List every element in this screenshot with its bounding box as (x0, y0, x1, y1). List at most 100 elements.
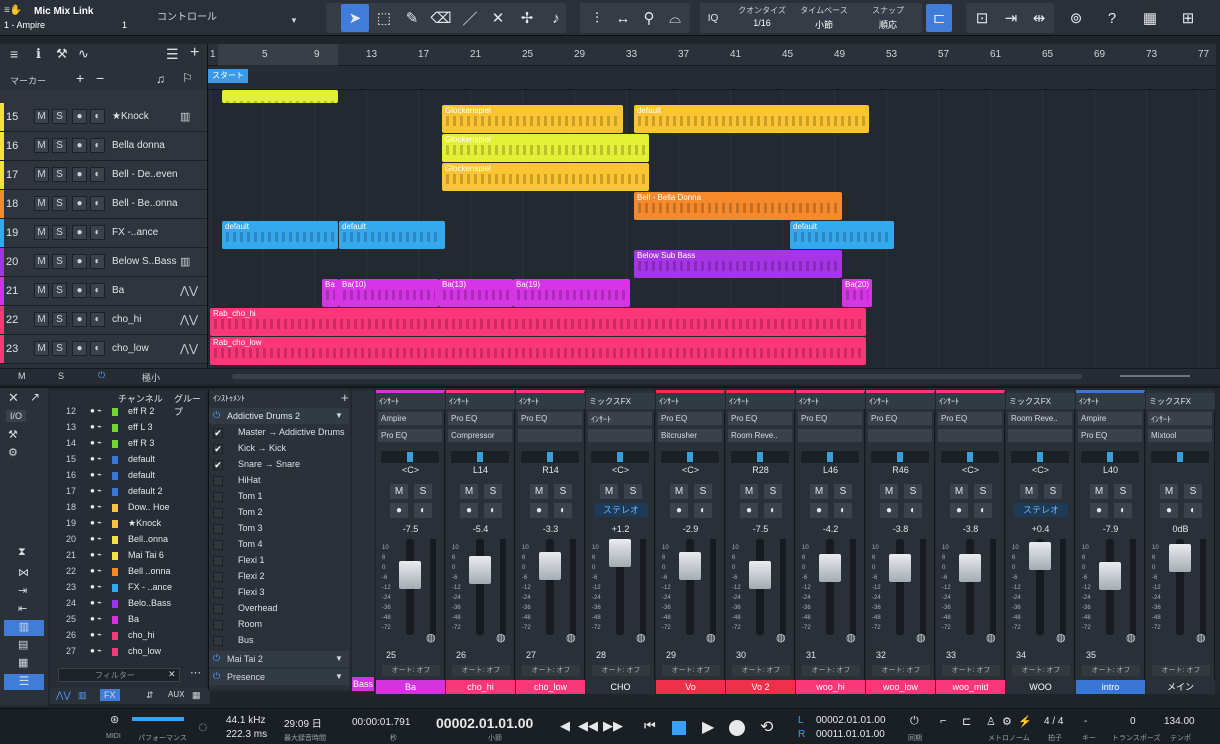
volume-value[interactable]: 0dB (1146, 524, 1215, 534)
info-icon[interactable]: ℹ (36, 46, 41, 62)
power-icon[interactable]: ⏻ (213, 671, 220, 682)
mute-button[interactable]: M (34, 196, 49, 211)
mute-button[interactable]: M (34, 341, 49, 356)
send-knob-icon[interactable]: ◍ (776, 631, 786, 644)
wrench-icon[interactable]: ⚒ (56, 46, 68, 62)
visibility-icon[interactable]: ● ⌁ (90, 534, 102, 543)
automation-mode[interactable]: オート: オフ (592, 665, 650, 676)
automation-icon[interactable]: ∿ (78, 46, 89, 62)
channel-label[interactable]: intro (1076, 680, 1145, 694)
send-knob-icon[interactable]: ◍ (916, 631, 926, 644)
monitor-icon[interactable]: ◐ (834, 503, 852, 518)
instrument-output[interactable]: Tom 1 (209, 489, 351, 505)
fader-cap[interactable] (1029, 542, 1051, 570)
fader-cap[interactable] (609, 539, 631, 567)
fader-cap[interactable] (1099, 562, 1121, 590)
mute-button[interactable]: M (1160, 484, 1178, 499)
visibility-icon[interactable]: ● ⌁ (90, 470, 102, 479)
console-icon[interactable]: ▦ (18, 656, 28, 669)
record-arm-icon[interactable]: ● (72, 109, 87, 124)
insert-slot[interactable]: Pro EQ (378, 429, 442, 442)
insert-slot[interactable]: Pro EQ (518, 412, 582, 425)
vca-icon[interactable]: ⇵ (146, 690, 154, 701)
channel-list-item[interactable]: 22 ● ⌁ Bell ..onna (50, 564, 206, 580)
instrument-filter-icon[interactable]: ▥ (78, 690, 87, 701)
quantize-select[interactable]: 1/16 (732, 18, 792, 28)
channel-list-item[interactable]: 23 ● ⌁ FX - ..ance (50, 580, 206, 596)
insert-header[interactable]: ｲﾝｻｰﾄ (446, 393, 515, 409)
clip[interactable]: default (790, 221, 894, 249)
instrument-output[interactable]: Flexi 3 (209, 585, 351, 601)
mute-button[interactable]: M (950, 484, 968, 499)
zoom-slider[interactable] (1120, 375, 1190, 377)
record-arm-icon[interactable]: ● (740, 503, 758, 518)
record-arm-icon[interactable]: ● (72, 167, 87, 182)
mute-button[interactable]: M (460, 484, 478, 499)
monitor-icon[interactable]: ◐ (90, 196, 105, 211)
record-arm-icon[interactable]: ● (810, 503, 828, 518)
visibility-icon[interactable]: ● ⌁ (90, 566, 102, 575)
volume-value[interactable]: +0.4 (1006, 524, 1075, 534)
automation-mode[interactable]: オート: オフ (522, 665, 580, 676)
solo-button[interactable]: S (624, 484, 642, 499)
click-icon[interactable]: ⚡ (1018, 715, 1032, 728)
solo-button[interactable]: S (52, 254, 67, 269)
record-arm-icon[interactable]: ● (950, 503, 968, 518)
send-knob-icon[interactable]: ◍ (706, 631, 716, 644)
channel-label[interactable]: WOO (1006, 680, 1075, 694)
fader-cap[interactable] (749, 561, 771, 589)
visibility-icon[interactable]: ● ⌁ (90, 454, 102, 463)
add-instrument-icon[interactable]: + (341, 390, 349, 405)
snapshot-icon[interactable]: ⊚ (1062, 4, 1090, 32)
transpose-value[interactable]: 0 (1130, 716, 1136, 727)
automation-mode[interactable]: オート: オフ (1082, 665, 1140, 676)
pan-control[interactable] (661, 451, 719, 463)
insert-header[interactable]: ｲﾝｻｰﾄ (1076, 393, 1145, 409)
instrument-output[interactable]: Room (209, 617, 351, 633)
clip[interactable]: Ba (322, 279, 339, 307)
insert-slot[interactable] (518, 429, 582, 442)
mute-button[interactable]: M (1090, 484, 1108, 499)
pan-control[interactable] (1081, 451, 1139, 463)
instrument-output[interactable]: Bus (209, 633, 351, 649)
automation-mode[interactable]: オート: オフ (1012, 665, 1070, 676)
monitor-icon[interactable]: ◐ (90, 225, 105, 240)
monitor-icon[interactable]: ◐ (414, 503, 432, 518)
solo-button[interactable]: S (52, 312, 67, 327)
solo-button[interactable]: S (484, 484, 502, 499)
channel-list-item[interactable]: 17 ● ⌁ default 2 (50, 484, 206, 500)
monitor-icon[interactable]: ◐ (90, 167, 105, 182)
insert-slot[interactable]: Ampire (1078, 412, 1142, 425)
send-knob-icon[interactable]: ◍ (426, 631, 436, 644)
channel-list-item[interactable]: 14 ● ⌁ eff R 3 (50, 436, 206, 452)
automation-mode[interactable]: オート: オフ (662, 665, 720, 676)
track-name[interactable]: cho_low (112, 343, 149, 354)
instrument-output[interactable]: ✔ Snare → Snare (209, 457, 351, 473)
eraser-tool-icon[interactable]: ⌫ (427, 4, 455, 32)
output-icon[interactable]: ⇤ (18, 602, 27, 615)
metronome-icon[interactable]: ♙ (986, 715, 996, 728)
marker-track[interactable]: スタート (208, 66, 1216, 90)
mute-all-button[interactable]: M (18, 371, 26, 381)
output-checkbox[interactable] (213, 524, 223, 534)
channel-list-item[interactable]: 24 ● ⌁ Belo..Bass (50, 596, 206, 612)
go-start-icon[interactable]: ⏮ (644, 718, 656, 734)
instrument-output[interactable]: Tom 2 (209, 505, 351, 521)
record-arm-icon[interactable]: ● (670, 503, 688, 518)
split-icon[interactable]: ⫶ (584, 4, 610, 32)
filter-input[interactable]: フィルター (58, 668, 180, 682)
add-marker-icon[interactable]: + (76, 70, 84, 86)
insert-slot[interactable]: ｲﾝｻｰﾄ (588, 412, 652, 425)
split-tool-icon[interactable]: ✎ (398, 4, 426, 32)
monitor-icon[interactable]: ◐ (90, 312, 105, 327)
record-arm-icon[interactable]: ● (72, 225, 87, 240)
automation-mode[interactable]: オート: オフ (802, 665, 860, 676)
channel-label[interactable]: CHO (586, 680, 655, 694)
forward-icon[interactable]: ▶▶ (603, 718, 623, 734)
output-checkbox[interactable] (213, 620, 223, 630)
track-row[interactable]: 23 M S ● ◐ cho_low ⋀⋁ (0, 335, 207, 364)
iq-button[interactable]: IQ (702, 4, 724, 32)
monitor-icon[interactable]: ◐ (694, 503, 712, 518)
cursor-follow-icon[interactable]: ⇹ (1025, 4, 1053, 32)
output-checkbox[interactable] (213, 508, 223, 518)
